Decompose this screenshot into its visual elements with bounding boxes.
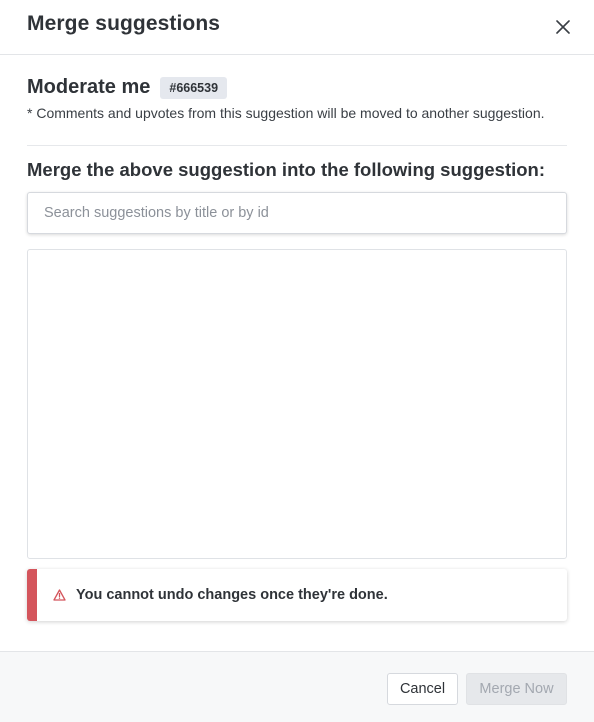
source-suggestion: Moderate me #666539 [27, 76, 228, 99]
merge-target-label: Merge the above suggestion into the foll… [27, 159, 546, 180]
dialog-footer: Cancel Merge Now [0, 651, 594, 722]
merge-now-button[interactable]: Merge Now [466, 673, 567, 705]
warning-text: You cannot undo changes once they're don… [76, 587, 388, 603]
close-icon [556, 20, 570, 34]
dialog-header: Merge suggestions [0, 0, 594, 55]
merge-suggestions-dialog: Merge suggestions Moderate me #666539 * … [0, 0, 594, 722]
suggestion-id-badge: #666539 [160, 76, 228, 99]
divider [27, 145, 567, 146]
search-suggestions-input[interactable] [27, 192, 567, 234]
cancel-button[interactable]: Cancel [387, 673, 458, 705]
undo-warning: You cannot undo changes once they're don… [27, 569, 567, 621]
search-results-list [27, 249, 567, 559]
warning-accent-bar [27, 569, 37, 621]
source-suggestion-title: Moderate me [27, 76, 151, 98]
warning-triangle-icon [53, 589, 66, 601]
dialog-title: Merge suggestions [27, 12, 221, 35]
merge-note: * Comments and upvotes from this suggest… [27, 105, 545, 121]
close-button[interactable] [552, 16, 574, 38]
